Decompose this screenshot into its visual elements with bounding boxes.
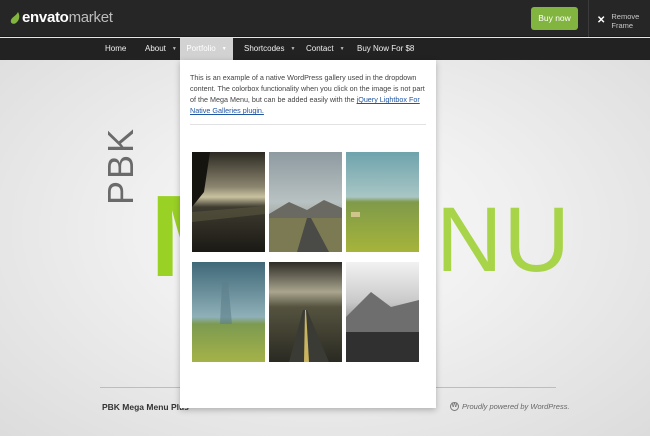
nav-item-contact[interactable]: Contact ▼	[306, 38, 345, 60]
envato-frame-bar: envato market Buy now ✕ Remove Frame	[0, 0, 650, 37]
envato-market-logo[interactable]: envato market	[10, 10, 113, 26]
nav-home-label: Home	[105, 44, 127, 53]
hero-nu-text: NU	[436, 189, 571, 291]
envato-leaf-icon	[10, 11, 20, 24]
buy-now-button[interactable]: Buy now	[531, 7, 578, 30]
footer-powered-by[interactable]: W Proudly powered by WordPress.	[450, 402, 570, 411]
nav-item-shortcodes[interactable]: Shortcodes ▼	[244, 38, 295, 60]
footer-site-title[interactable]: PBK Mega Menu Plus	[102, 402, 189, 412]
nav-item-home[interactable]: Home	[105, 38, 126, 60]
gallery-thumb-bw-mountain[interactable]	[346, 262, 419, 362]
logo-brand-text: envato	[22, 9, 69, 26]
nav-item-buy-now[interactable]: Buy Now For $8	[357, 38, 414, 60]
remove-frame-button[interactable]: ✕ Remove Frame	[597, 12, 650, 30]
nav-buy-now-label: Buy Now For $8	[357, 44, 415, 53]
gallery-thumb-green-field[interactable]	[346, 152, 419, 252]
gallery-thumb-storm-plains[interactable]	[192, 262, 265, 362]
wordpress-icon: W	[450, 402, 459, 411]
chevron-down-icon: ▼	[339, 46, 345, 52]
chevron-down-icon: ▼	[290, 46, 296, 52]
close-icon: ✕	[597, 15, 606, 26]
gallery-thumb-lake-sunset[interactable]	[192, 152, 265, 252]
remove-frame-label: Remove Frame	[611, 12, 640, 30]
hero-pbk-text: PBK	[100, 126, 141, 205]
chevron-down-icon: ▼	[171, 46, 177, 52]
nav-item-about[interactable]: About ▼	[145, 38, 177, 60]
portfolio-mega-menu-dropdown: This is an example of a native WordPress…	[180, 60, 436, 408]
nav-portfolio-label: Portfolio	[186, 44, 216, 53]
footer-powered-text: Proudly powered by WordPress.	[462, 402, 570, 411]
dropdown-description: This is an example of a native WordPress…	[190, 72, 430, 116]
main-navigation: Home About ▼ Portfolio ▼ Shortcodes ▼ Conta…	[0, 38, 650, 60]
chevron-down-icon: ▼	[221, 46, 227, 52]
dropdown-divider	[190, 124, 426, 125]
nav-shortcodes-label: Shortcodes	[244, 44, 285, 53]
gallery-thumb-desert-highway[interactable]	[269, 262, 342, 362]
topbar-divider	[588, 0, 589, 37]
nav-about-label: About	[145, 44, 166, 53]
logo-suffix-text: market	[68, 9, 113, 26]
gallery-thumb-mountain-road[interactable]	[269, 152, 342, 252]
nav-item-portfolio[interactable]: Portfolio ▼	[180, 38, 233, 60]
nav-contact-label: Contact	[306, 44, 334, 53]
